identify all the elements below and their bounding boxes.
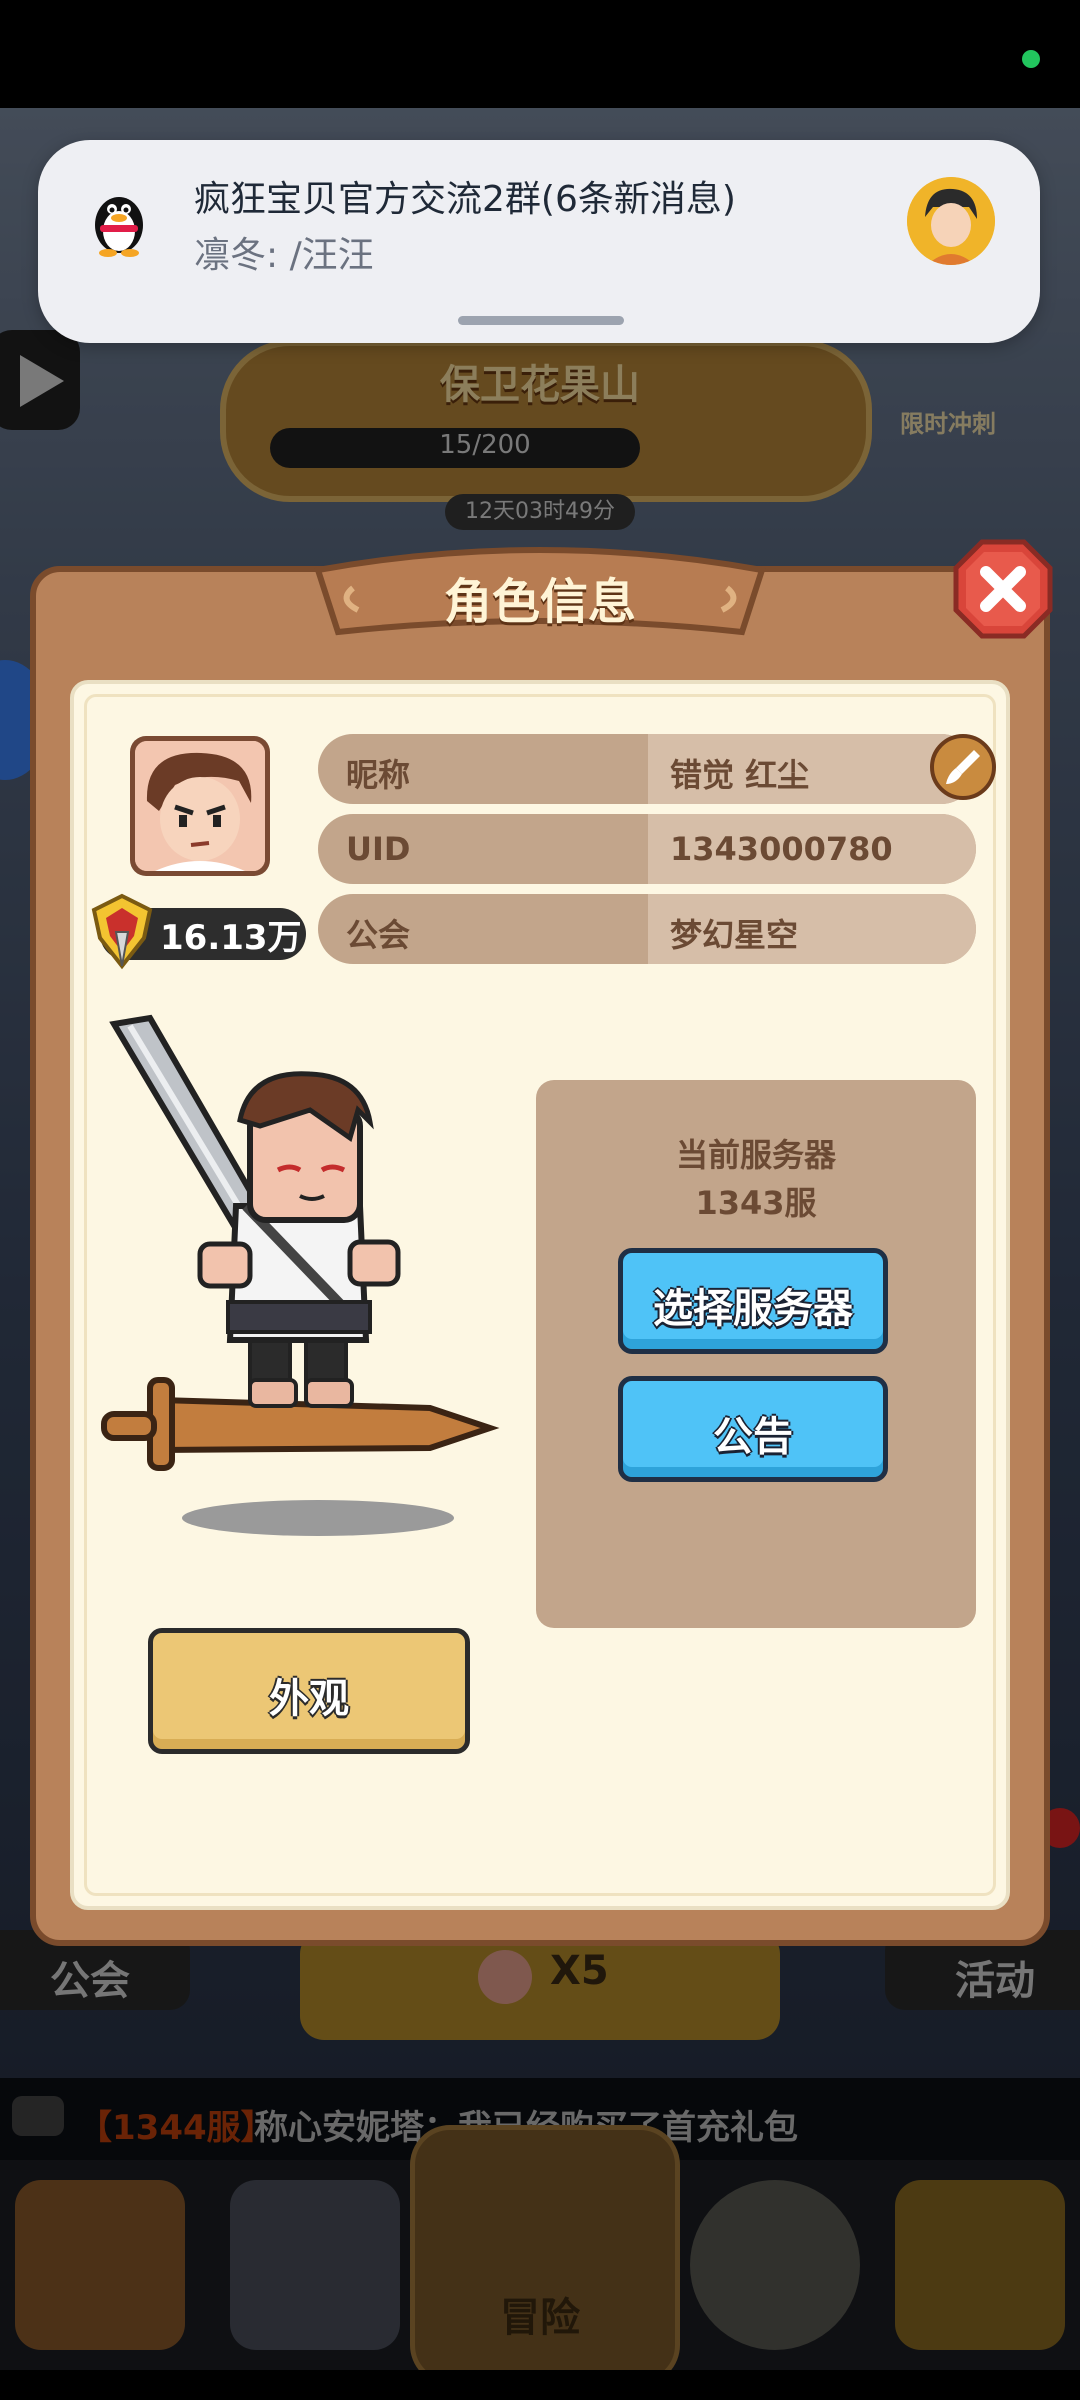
select-server-label: 选择服务器 bbox=[653, 1286, 853, 1332]
edit-nickname-button[interactable] bbox=[930, 734, 996, 800]
announcement-label: 公告 bbox=[713, 1414, 793, 1460]
nickname-label: 昵称 bbox=[346, 756, 411, 794]
current-server-label: 当前服务器 bbox=[675, 1136, 836, 1174]
guild-row bbox=[318, 894, 976, 964]
notification-title: 疯狂宝贝官方交流2群(6条新消息) bbox=[194, 179, 736, 220]
close-button[interactable] bbox=[952, 538, 1054, 640]
sender-avatar bbox=[907, 177, 995, 265]
modal-title: 角色信息 bbox=[443, 574, 636, 630]
guild-label: 公会 bbox=[346, 916, 411, 954]
uid-label: UID bbox=[346, 830, 411, 868]
character-avatar[interactable] bbox=[130, 736, 270, 876]
nickname-row bbox=[318, 734, 976, 804]
close-x-icon bbox=[953, 539, 1053, 639]
status-indicator-dot bbox=[1022, 50, 1040, 68]
current-server-value: 1343服 bbox=[695, 1184, 817, 1222]
power-value: 16.13万 bbox=[160, 918, 302, 958]
guild-value: 梦幻星空 bbox=[670, 916, 799, 954]
character-figure bbox=[100, 1010, 500, 1550]
power-helmet-icon bbox=[86, 892, 158, 970]
status-bar bbox=[0, 0, 1080, 108]
brush-edit-icon bbox=[946, 750, 980, 784]
notification-body: 凛冬: /汪汪 bbox=[194, 235, 374, 276]
notification-drag-handle[interactable] bbox=[458, 316, 624, 325]
uid-value[interactable]: 1343000780 bbox=[670, 830, 893, 868]
nickname-value: 错觉 红尘 bbox=[670, 756, 810, 794]
qq-penguin-icon bbox=[88, 185, 150, 257]
appearance-label: 外观 bbox=[269, 1676, 349, 1722]
